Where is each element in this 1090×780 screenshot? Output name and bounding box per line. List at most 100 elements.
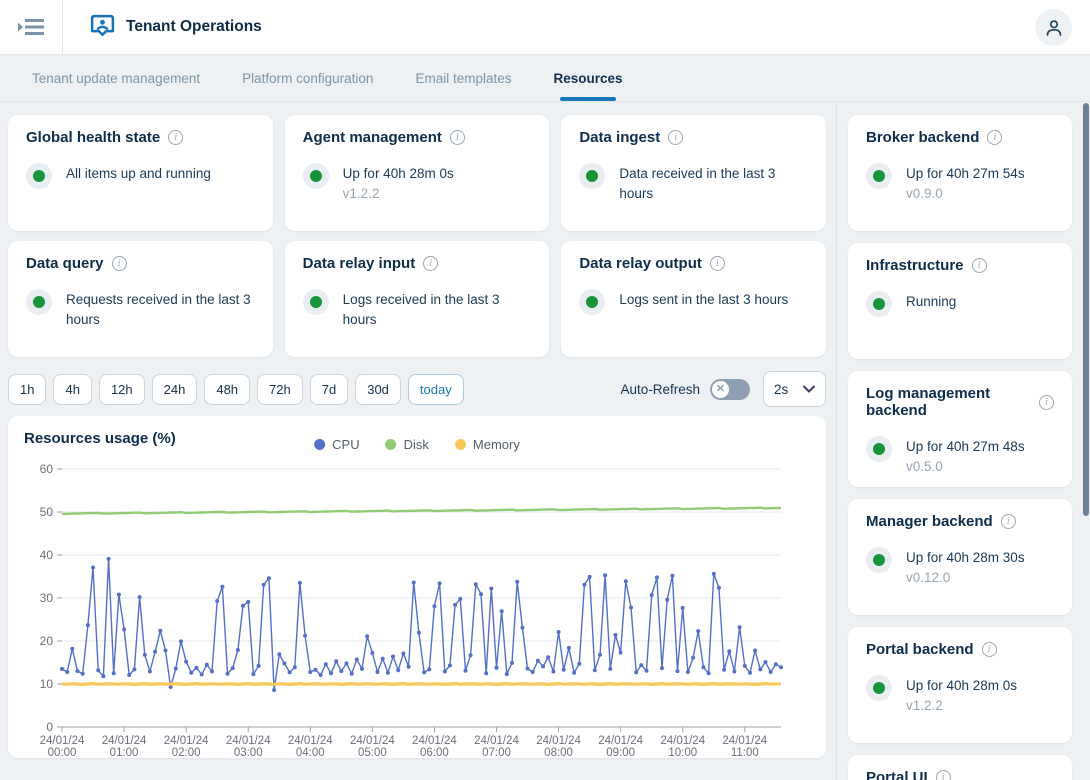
status-card-title: Global health state bbox=[26, 129, 160, 146]
svg-text:10:00: 10:00 bbox=[668, 747, 697, 757]
svg-text:24/01/24: 24/01/24 bbox=[412, 735, 457, 747]
status-indicator bbox=[866, 547, 892, 573]
status-card-title: Data relay output bbox=[579, 255, 702, 272]
svg-text:24/01/24: 24/01/24 bbox=[474, 735, 519, 747]
status-card-title: Manager backend bbox=[866, 513, 993, 530]
status-text: Logs received in the last 3 hours bbox=[343, 290, 532, 329]
line-chart[interactable]: 010203040506024/01/2400:0024/01/2401:002… bbox=[24, 461, 810, 762]
svg-text:50: 50 bbox=[40, 505, 54, 519]
status-card: Data relay input i Logs received in the … bbox=[285, 241, 550, 357]
info-icon[interactable]: i bbox=[972, 258, 987, 273]
svg-text:60: 60 bbox=[40, 462, 54, 476]
legend-item[interactable]: Disk bbox=[386, 437, 429, 452]
status-card-title: Portal UI bbox=[866, 769, 928, 780]
auto-refresh-label: Auto-Refresh bbox=[620, 382, 700, 397]
legend-label: CPU bbox=[332, 437, 359, 452]
svg-text:24/01/24: 24/01/24 bbox=[722, 735, 767, 747]
svg-text:24/01/24: 24/01/24 bbox=[598, 735, 643, 747]
status-card: Data ingest i Data received in the last … bbox=[561, 115, 826, 231]
time-range-48h[interactable]: 48h bbox=[204, 374, 250, 405]
info-icon[interactable]: i bbox=[423, 256, 438, 271]
svg-text:02:00: 02:00 bbox=[172, 747, 201, 757]
status-indicator bbox=[303, 163, 329, 189]
svg-text:07:00: 07:00 bbox=[482, 747, 511, 757]
resources-usage-chart-card: Resources usage (%) CPU Disk Memory 0102… bbox=[8, 416, 826, 758]
legend-dot-icon bbox=[455, 439, 466, 450]
refresh-interval-select[interactable]: 2s bbox=[763, 371, 826, 407]
info-icon[interactable]: i bbox=[1001, 514, 1016, 529]
time-range-72h[interactable]: 72h bbox=[257, 374, 303, 405]
tab[interactable]: Resources bbox=[552, 55, 625, 101]
info-icon[interactable]: i bbox=[982, 642, 997, 657]
svg-text:09:00: 09:00 bbox=[606, 747, 635, 757]
svg-text:08:00: 08:00 bbox=[544, 747, 573, 757]
info-icon[interactable]: i bbox=[450, 130, 465, 145]
tab-label: Tenant update management bbox=[32, 71, 200, 86]
tab[interactable]: Email templates bbox=[413, 55, 513, 101]
time-range-7d[interactable]: 7d bbox=[310, 374, 348, 405]
svg-text:05:00: 05:00 bbox=[358, 747, 387, 757]
time-range-1h[interactable]: 1h bbox=[8, 374, 46, 405]
time-range-24h[interactable]: 24h bbox=[152, 374, 198, 405]
scrollbar-thumb[interactable] bbox=[1083, 103, 1089, 516]
status-version: v0.12.0 bbox=[906, 570, 1025, 585]
tab[interactable]: Platform configuration bbox=[240, 55, 375, 101]
info-icon[interactable]: i bbox=[112, 256, 127, 271]
time-range-30d[interactable]: 30d bbox=[355, 374, 401, 405]
status-card: Portal backend i Up for 40h 28m 0s v1.2.… bbox=[848, 627, 1072, 743]
status-text: Requests received in the last 3 hours bbox=[66, 290, 255, 329]
status-card-title: Data ingest bbox=[579, 129, 660, 146]
chart-controls: 1h4h12h24h48h72h7d30dtoday Auto-Refresh … bbox=[8, 371, 826, 407]
user-icon bbox=[1044, 18, 1064, 38]
svg-text:40: 40 bbox=[40, 548, 54, 562]
info-icon[interactable]: i bbox=[1039, 395, 1054, 410]
tab-label: Resources bbox=[554, 71, 623, 86]
status-card: Global health state i All items up and r… bbox=[8, 115, 273, 231]
time-range-4h[interactable]: 4h bbox=[53, 374, 91, 405]
status-card-title: Data relay input bbox=[303, 255, 416, 272]
info-icon[interactable]: i bbox=[668, 130, 683, 145]
status-indicator bbox=[579, 163, 605, 189]
status-text: Data received in the last 3 hours bbox=[619, 164, 808, 203]
status-card: Manager backend i Up for 40h 28m 30s v0.… bbox=[848, 499, 1072, 615]
svg-text:24/01/24: 24/01/24 bbox=[102, 735, 147, 747]
status-text: Logs sent in the last 3 hours bbox=[619, 290, 788, 310]
refresh-interval-value: 2s bbox=[774, 382, 788, 397]
info-icon[interactable]: i bbox=[168, 130, 183, 145]
svg-text:04:00: 04:00 bbox=[296, 747, 325, 757]
status-text: Up for 40h 28m 30s bbox=[906, 548, 1025, 568]
svg-text:24/01/24: 24/01/24 bbox=[536, 735, 581, 747]
svg-text:00:00: 00:00 bbox=[48, 747, 77, 757]
info-icon[interactable]: i bbox=[987, 130, 1002, 145]
tenant-badge-icon bbox=[90, 14, 115, 41]
time-range-today[interactable]: today bbox=[408, 374, 464, 405]
svg-text:01:00: 01:00 bbox=[110, 747, 139, 757]
status-indicator bbox=[579, 289, 605, 315]
auto-refresh-toggle[interactable]: ✕ bbox=[710, 379, 750, 400]
info-icon[interactable]: i bbox=[710, 256, 725, 271]
legend-item[interactable]: Memory bbox=[455, 437, 520, 452]
status-card-title: Log management backend bbox=[866, 385, 1031, 419]
status-text: Running bbox=[906, 292, 956, 312]
status-text: Up for 40h 27m 48s bbox=[906, 437, 1025, 457]
status-card-title: Infrastructure bbox=[866, 257, 964, 274]
svg-text:24/01/24: 24/01/24 bbox=[288, 735, 333, 747]
legend-dot-icon bbox=[314, 439, 325, 450]
legend-label: Memory bbox=[473, 437, 520, 452]
status-card: Data query i Requests received in the la… bbox=[8, 241, 273, 357]
status-indicator bbox=[866, 291, 892, 317]
status-text: Up for 40h 28m 0s bbox=[343, 164, 454, 184]
status-indicator bbox=[26, 163, 52, 189]
info-icon[interactable]: i bbox=[936, 770, 951, 780]
user-avatar-button[interactable] bbox=[1035, 9, 1072, 46]
status-card-title: Broker backend bbox=[866, 129, 979, 146]
status-text: Up for 40h 27m 54s bbox=[906, 164, 1025, 184]
svg-text:11:00: 11:00 bbox=[731, 747, 759, 757]
tab[interactable]: Tenant update management bbox=[30, 55, 202, 101]
sidebar-toggle-button[interactable] bbox=[0, 0, 63, 54]
status-version: v1.2.2 bbox=[343, 186, 454, 201]
time-range-12h[interactable]: 12h bbox=[99, 374, 145, 405]
legend-label: Disk bbox=[404, 437, 429, 452]
svg-text:24/01/24: 24/01/24 bbox=[350, 735, 395, 747]
legend-item[interactable]: CPU bbox=[314, 437, 359, 452]
